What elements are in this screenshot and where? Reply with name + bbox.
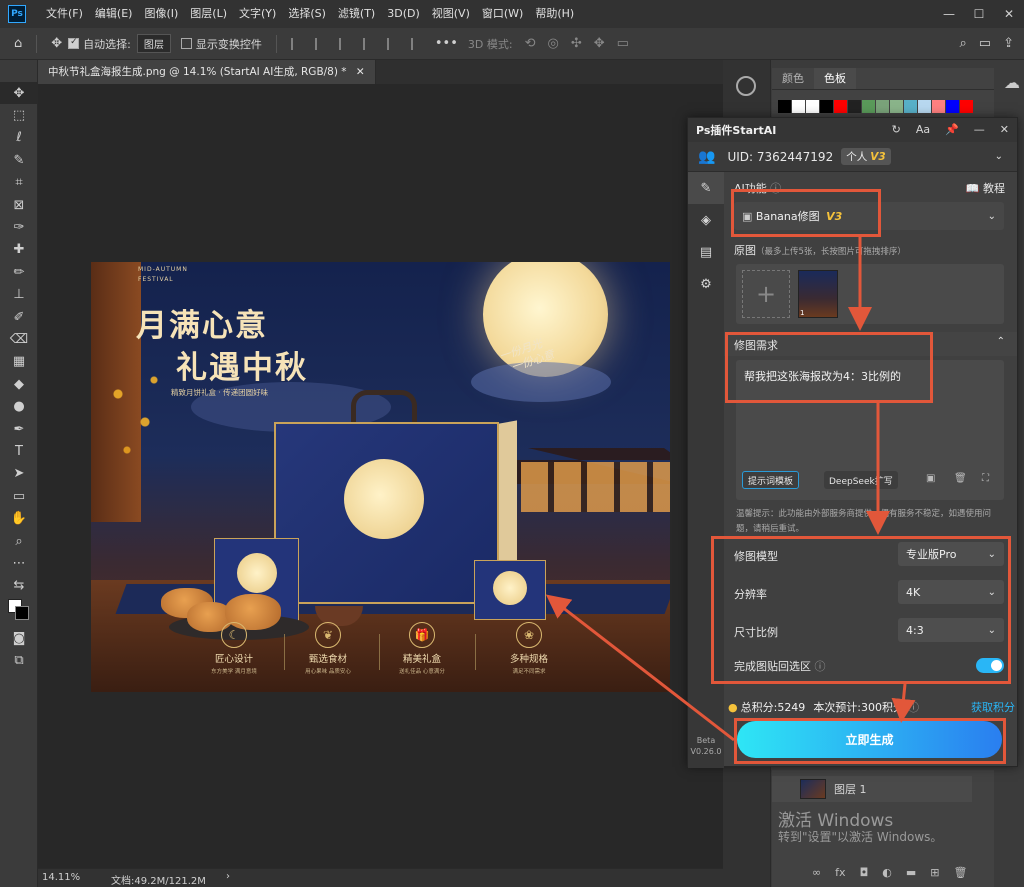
arrow-line [891,683,916,723]
arrow-line [545,594,735,742]
annotation-arrows [545,237,916,742]
